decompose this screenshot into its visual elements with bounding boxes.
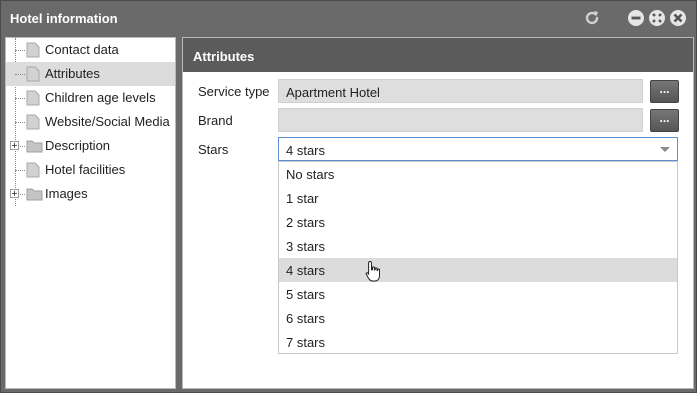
stars-selected-value: 4 stars xyxy=(286,143,326,158)
tree-item-contact-data[interactable]: Contact data xyxy=(6,38,175,62)
tree-item-label: Attributes xyxy=(45,66,100,81)
section-tree: Contact data Attributes Children age lev… xyxy=(5,37,176,389)
tree-item-hotel-facilities[interactable]: Hotel facilities xyxy=(6,158,175,182)
stars-option[interactable]: 1 star xyxy=(279,186,677,210)
refresh-icon[interactable] xyxy=(583,9,601,27)
tree-item-images[interactable]: Images xyxy=(6,182,175,206)
stars-option[interactable]: No stars xyxy=(279,162,677,186)
tree-item-website-social-media[interactable]: Website/Social Media xyxy=(6,110,175,134)
title-bar[interactable]: Hotel information xyxy=(1,1,696,35)
stars-dropdown-list: No stars 1 star 2 stars 3 stars 4 stars … xyxy=(278,161,678,354)
window-title: Hotel information xyxy=(10,11,118,26)
document-icon xyxy=(26,114,40,130)
hotel-information-window: Hotel information Contact data Attribute… xyxy=(0,0,697,393)
document-icon xyxy=(26,162,40,178)
stars-option[interactable]: 5 stars xyxy=(279,282,677,306)
tree-connector xyxy=(15,170,25,171)
expand-icon[interactable] xyxy=(10,189,19,198)
service-type-field[interactable]: Apartment Hotel xyxy=(278,79,643,103)
panel-title: Attributes xyxy=(193,49,255,64)
stars-label: Stars xyxy=(198,142,229,157)
attributes-panel: Attributes Service type Apartment Hotel … xyxy=(182,37,694,389)
chevron-down-icon[interactable] xyxy=(660,147,670,152)
brand-field[interactable] xyxy=(278,108,643,132)
stars-option[interactable]: 2 stars xyxy=(279,210,677,234)
tree-connector xyxy=(15,122,25,123)
tree-connector xyxy=(15,98,25,99)
tree-item-attributes[interactable]: Attributes xyxy=(6,62,175,86)
tree-item-label: Website/Social Media xyxy=(45,114,170,129)
close-icon[interactable] xyxy=(669,9,687,27)
stars-option-hovered[interactable]: 4 stars xyxy=(279,258,677,282)
stars-select[interactable]: 4 stars xyxy=(278,137,678,161)
folder-icon xyxy=(26,140,43,153)
tree-item-label: Description xyxy=(45,138,111,153)
brand-label: Brand xyxy=(198,113,233,128)
tree-item-label: Hotel facilities xyxy=(45,162,126,177)
tree-connector xyxy=(15,74,25,75)
tree-connector xyxy=(15,50,25,51)
panel-header: Attributes xyxy=(183,38,693,72)
minimize-icon[interactable] xyxy=(627,9,645,27)
service-type-label: Service type xyxy=(198,84,270,99)
folder-icon xyxy=(26,188,43,201)
maximize-icon[interactable] xyxy=(648,9,666,27)
stars-option[interactable]: 7 stars xyxy=(279,330,677,354)
tree-item-description[interactable]: Description xyxy=(6,134,175,158)
service-type-browse-button[interactable]: ... xyxy=(650,80,679,103)
tree-item-label: Contact data xyxy=(45,42,119,57)
hand-pointer-icon xyxy=(365,261,380,282)
document-icon xyxy=(26,66,40,82)
document-icon xyxy=(26,90,40,106)
stars-option[interactable]: 6 stars xyxy=(279,306,677,330)
stars-option[interactable]: 3 stars xyxy=(279,234,677,258)
tree-item-children-age-levels[interactable]: Children age levels xyxy=(6,86,175,110)
expand-icon[interactable] xyxy=(10,141,19,150)
tree-item-label: Images xyxy=(45,186,88,201)
brand-browse-button[interactable]: ... xyxy=(650,109,679,132)
tree-item-label: Children age levels xyxy=(45,90,156,105)
document-icon xyxy=(26,42,40,58)
